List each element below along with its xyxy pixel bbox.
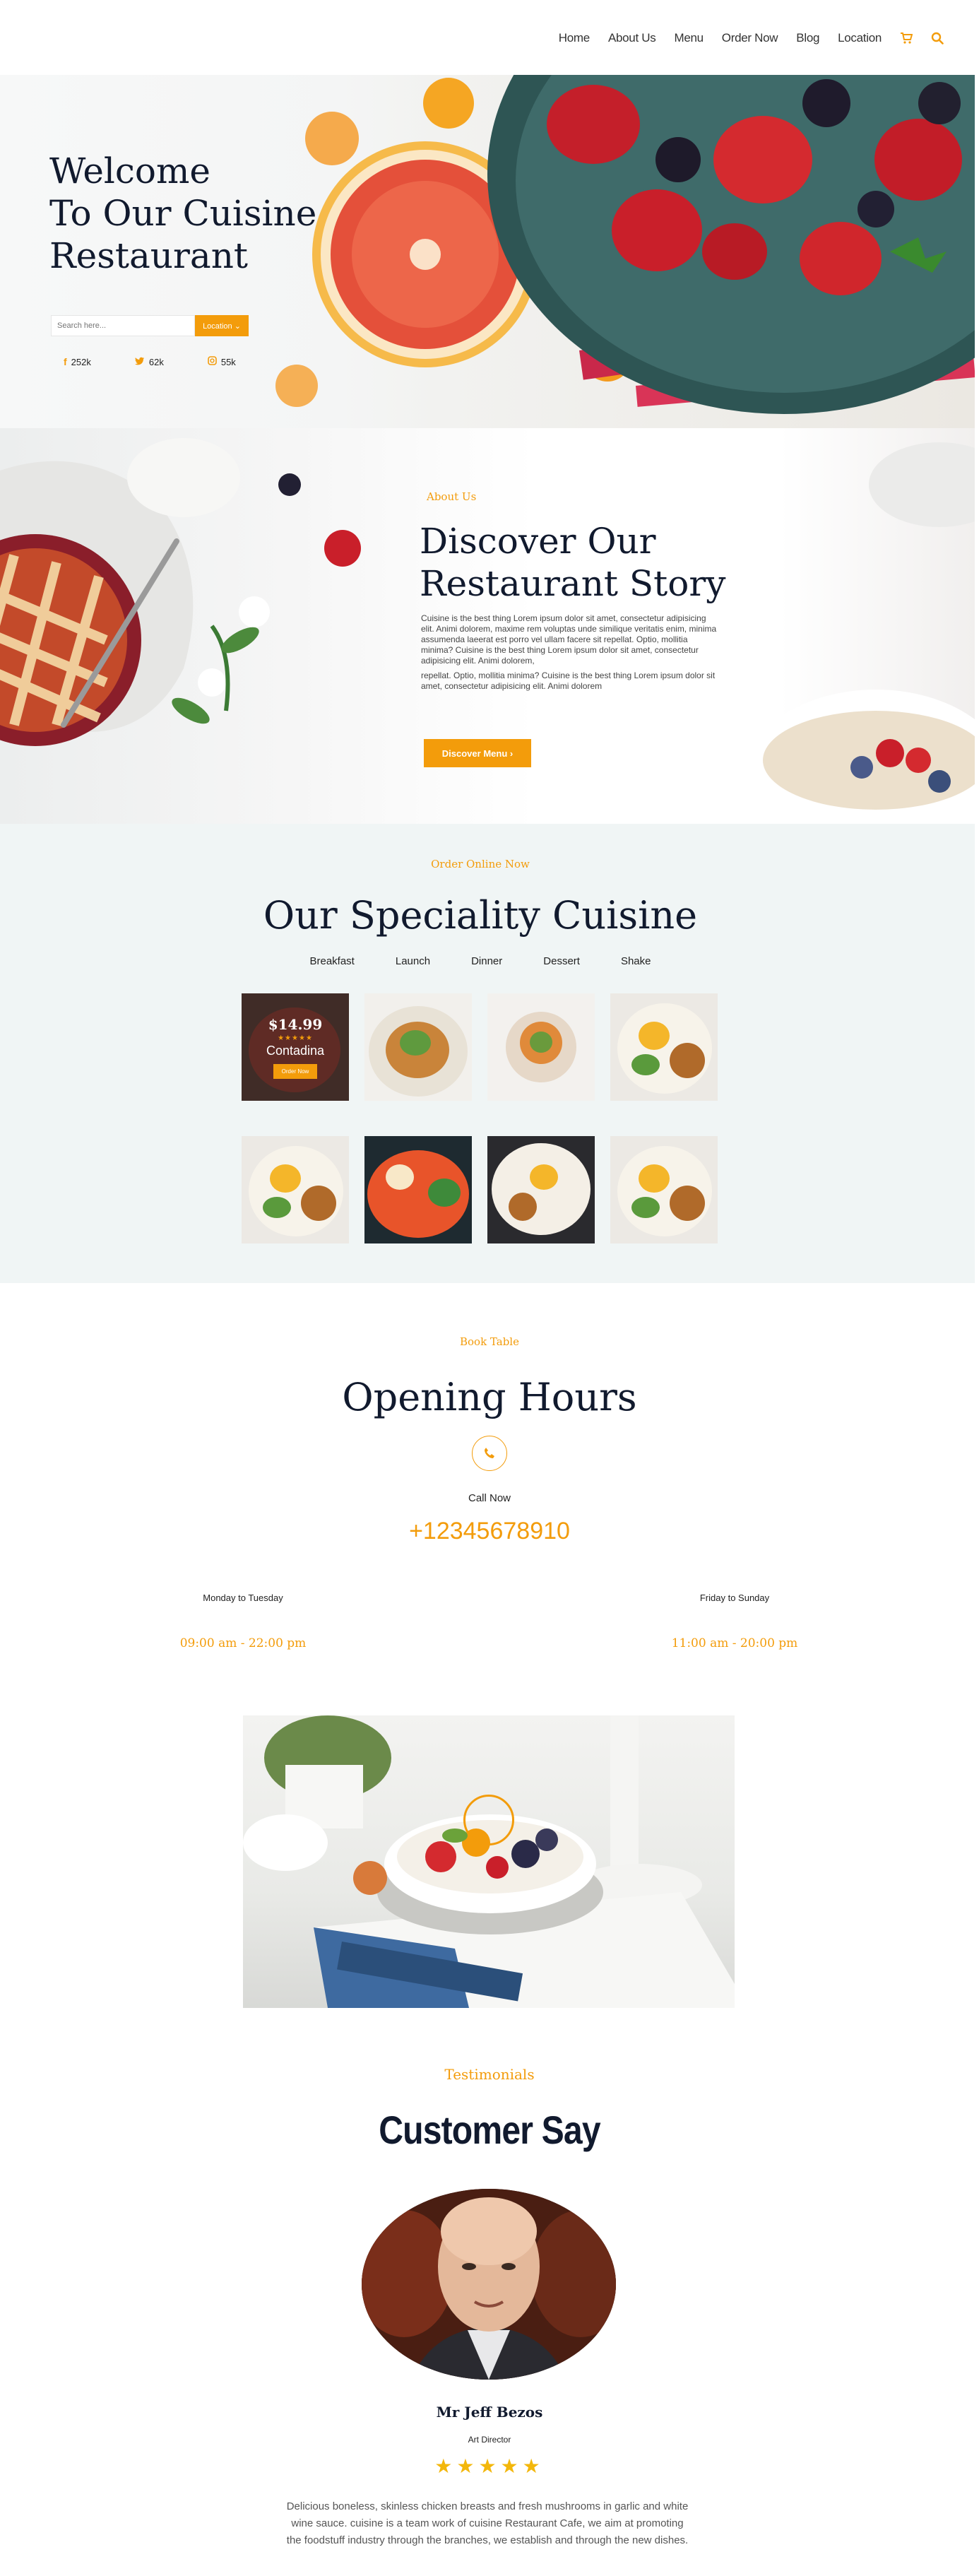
facebook-count: 252k bbox=[71, 356, 91, 367]
discover-menu-button[interactable]: Discover Menu › bbox=[424, 739, 531, 767]
social-counts: f 252k 62k 55k bbox=[64, 356, 236, 367]
testimonials-eyebrow: Testimonials bbox=[444, 2066, 535, 2083]
speciality-section: Order Online Now Our Speciality Cuisine … bbox=[0, 824, 975, 1283]
book-eyebrow: Book Table bbox=[459, 1335, 519, 1348]
search-icon[interactable] bbox=[931, 32, 944, 45]
hours-time-1: 09:00 am - 22:00 pm bbox=[179, 1636, 307, 1650]
tab-launch[interactable]: Launch bbox=[396, 955, 430, 967]
dish-card[interactable] bbox=[242, 1136, 349, 1243]
facebook-icon: f bbox=[64, 356, 67, 367]
nav-link-home[interactable]: Home bbox=[559, 31, 590, 45]
call-now-label: Call Now bbox=[468, 1492, 511, 1504]
hours-time-2: 11:00 am - 20:00 pm bbox=[671, 1636, 798, 1650]
about-title-line2: Restaurant Story bbox=[420, 563, 726, 604]
avatar bbox=[362, 2189, 616, 2380]
cart-icon[interactable] bbox=[900, 32, 913, 45]
dish-name: Contadina bbox=[266, 1043, 325, 1058]
about-title: Discover Our Restaurant Story bbox=[420, 520, 726, 605]
speciality-eyebrow: Order Online Now bbox=[431, 858, 530, 870]
menu-tabs: Breakfast Launch Dinner Dessert Shake bbox=[0, 955, 961, 967]
hero-title-line1: Welcome bbox=[49, 150, 211, 191]
hero-title-line3: Restaurant bbox=[49, 235, 249, 276]
instagram-count: 55k bbox=[220, 356, 236, 367]
dish-card[interactable] bbox=[487, 993, 595, 1101]
hours-days-2: Friday to Sunday bbox=[699, 1593, 770, 1603]
tab-shake[interactable]: Shake bbox=[621, 955, 651, 967]
customer-photo bbox=[362, 2189, 616, 2380]
dish-stars: ★★★★★ bbox=[278, 1034, 313, 1042]
twitter-icon bbox=[134, 356, 145, 367]
location-button[interactable]: Location ⌄ bbox=[195, 315, 249, 336]
nav-link-blog[interactable]: Blog bbox=[796, 31, 819, 45]
nav-links: Home About Us Menu Order Now Blog Locati… bbox=[540, 31, 944, 45]
dish-promo-overlay: $14.99 ★★★★★ Contadina Order Now bbox=[242, 993, 349, 1101]
nav-link-location[interactable]: Location bbox=[838, 31, 882, 45]
opening-hours-title: Opening Hours bbox=[342, 1375, 637, 1419]
dish-price: $14.99 bbox=[268, 1015, 323, 1033]
dish-card[interactable] bbox=[487, 1136, 595, 1243]
dish-card[interactable] bbox=[610, 993, 718, 1101]
top-navigation: Home About Us Menu Order Now Blog Locati… bbox=[0, 0, 979, 75]
tab-dinner[interactable]: Dinner bbox=[471, 955, 502, 967]
dish-card[interactable] bbox=[364, 993, 472, 1101]
customer-say-title: Customer Say bbox=[379, 2108, 600, 2152]
customer-role: Art Director bbox=[468, 2435, 511, 2445]
testimonial-quote: Delicious boneless, skinless chicken bre… bbox=[286, 2500, 689, 2546]
video-thumbnail[interactable] bbox=[243, 1715, 735, 2008]
about-text: Cuisine is the best thing Lorem ipsum do… bbox=[421, 613, 720, 696]
twitter-count: 62k bbox=[148, 356, 164, 367]
instagram-icon bbox=[208, 356, 217, 367]
star-rating: ★★★★★ bbox=[434, 2455, 545, 2477]
dish-card[interactable] bbox=[364, 1136, 472, 1243]
hero-title-line2: To Our Cuisine bbox=[49, 193, 317, 234]
nav-link-order-now[interactable]: Order Now bbox=[722, 31, 778, 45]
social-instagram[interactable]: 55k bbox=[208, 356, 236, 367]
dish-card[interactable]: $14.99 ★★★★★ Contadina Order Now bbox=[242, 993, 349, 1101]
hero-title: Welcome To Our Cuisine Restaurant bbox=[49, 150, 316, 277]
tab-dessert[interactable]: Dessert bbox=[543, 955, 580, 967]
hero-search-bar: Location ⌄ bbox=[51, 315, 249, 336]
food-bowl-image bbox=[243, 1715, 735, 2008]
tab-breakfast[interactable]: Breakfast bbox=[309, 955, 354, 967]
hours-days-1: Monday to Tuesday bbox=[203, 1593, 283, 1603]
nav-link-about-us[interactable]: About Us bbox=[608, 31, 656, 45]
customer-name: Mr Jeff Bezos bbox=[436, 2404, 543, 2421]
play-button[interactable] bbox=[463, 1795, 514, 1845]
phone-number[interactable]: +12345678910 bbox=[0, 1518, 979, 1545]
speciality-title: Our Speciality Cuisine bbox=[263, 893, 698, 938]
hero-section: Welcome To Our Cuisine Restaurant Locati… bbox=[0, 75, 975, 428]
about-title-line1: Discover Our bbox=[420, 521, 656, 562]
dish-card[interactable] bbox=[610, 1136, 718, 1243]
about-section: About Us Discover Our Restaurant Story C… bbox=[0, 428, 975, 824]
search-input[interactable] bbox=[51, 315, 195, 336]
order-now-button[interactable]: Order Now bbox=[273, 1063, 318, 1079]
nav-link-menu[interactable]: Menu bbox=[674, 31, 704, 45]
about-eyebrow: About Us bbox=[427, 490, 477, 503]
social-facebook[interactable]: f 252k bbox=[64, 356, 91, 367]
dish-grid: $14.99 ★★★★★ Contadina Order Now bbox=[242, 993, 719, 1243]
about-paragraph-2: repellat. Optio, mollitia minima? Cuisin… bbox=[421, 670, 716, 691]
social-twitter[interactable]: 62k bbox=[134, 356, 164, 367]
about-paragraph-1: Cuisine is the best thing Lorem ipsum do… bbox=[421, 613, 717, 666]
phone-icon[interactable] bbox=[472, 1436, 507, 1471]
